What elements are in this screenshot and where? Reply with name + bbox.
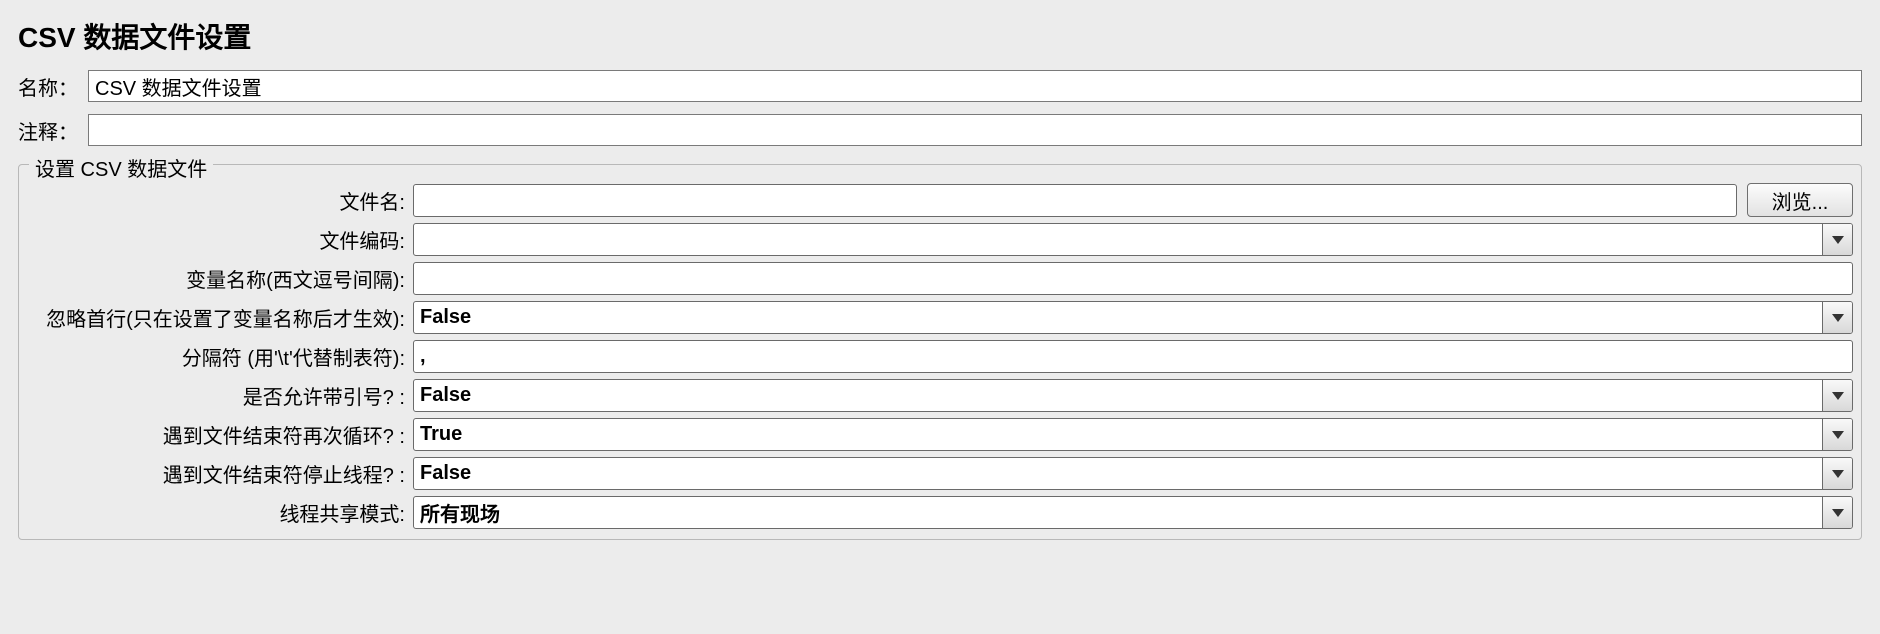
- chevron-down-icon: [1832, 431, 1844, 439]
- encoding-label: 文件编码:: [27, 225, 409, 254]
- filename-label: 文件名:: [27, 186, 409, 215]
- recycle-value: True: [414, 419, 1822, 450]
- allow-quote-combo[interactable]: False: [413, 379, 1853, 412]
- ignore-first-dropdown-button[interactable]: [1822, 302, 1852, 333]
- chevron-down-icon: [1832, 509, 1844, 517]
- allow-quote-label: 是否允许带引号? :: [27, 381, 409, 410]
- encoding-value: [414, 224, 1822, 255]
- recycle-combo[interactable]: True: [413, 418, 1853, 451]
- filename-input[interactable]: [413, 184, 1737, 217]
- varnames-label: 变量名称(西文逗号间隔):: [27, 264, 409, 293]
- page-title: CSV 数据文件设置: [18, 16, 1862, 56]
- browse-button[interactable]: 浏览...: [1747, 183, 1853, 217]
- stop-thread-combo[interactable]: False: [413, 457, 1853, 490]
- ignore-first-value: False: [414, 302, 1822, 333]
- share-mode-label: 线程共享模式:: [27, 498, 409, 527]
- chevron-down-icon: [1832, 470, 1844, 478]
- fieldset-legend: 设置 CSV 数据文件: [29, 153, 213, 182]
- encoding-dropdown-button[interactable]: [1822, 224, 1852, 255]
- recycle-dropdown-button[interactable]: [1822, 419, 1852, 450]
- varnames-input[interactable]: [413, 262, 1853, 295]
- share-mode-value: 所有现场: [414, 497, 1822, 528]
- comment-input[interactable]: [88, 114, 1862, 146]
- stop-thread-label: 遇到文件结束符停止线程? :: [27, 459, 409, 488]
- comment-label: 注释：: [18, 116, 88, 145]
- csv-fieldset: 设置 CSV 数据文件 文件名: 浏览... 文件编码: 变量名称(西文逗号间隔…: [18, 164, 1862, 540]
- delimiter-label: 分隔符 (用'\t'代替制表符):: [27, 342, 409, 371]
- share-mode-combo[interactable]: 所有现场: [413, 496, 1853, 529]
- chevron-down-icon: [1832, 392, 1844, 400]
- ignore-first-label: 忽略首行(只在设置了变量名称后才生效):: [27, 303, 409, 332]
- allow-quote-dropdown-button[interactable]: [1822, 380, 1852, 411]
- stop-thread-value: False: [414, 458, 1822, 489]
- name-row: 名称：: [18, 70, 1862, 102]
- comment-row: 注释：: [18, 114, 1862, 146]
- delimiter-input[interactable]: [413, 340, 1853, 373]
- name-input[interactable]: [88, 70, 1862, 102]
- recycle-label: 遇到文件结束符再次循环? :: [27, 420, 409, 449]
- stop-thread-dropdown-button[interactable]: [1822, 458, 1852, 489]
- encoding-combo[interactable]: [413, 223, 1853, 256]
- name-label: 名称：: [18, 72, 88, 101]
- chevron-down-icon: [1832, 236, 1844, 244]
- allow-quote-value: False: [414, 380, 1822, 411]
- csv-config-panel: CSV 数据文件设置 名称： 注释： 设置 CSV 数据文件 文件名: 浏览..…: [0, 0, 1880, 558]
- share-mode-dropdown-button[interactable]: [1822, 497, 1852, 528]
- ignore-first-combo[interactable]: False: [413, 301, 1853, 334]
- chevron-down-icon: [1832, 314, 1844, 322]
